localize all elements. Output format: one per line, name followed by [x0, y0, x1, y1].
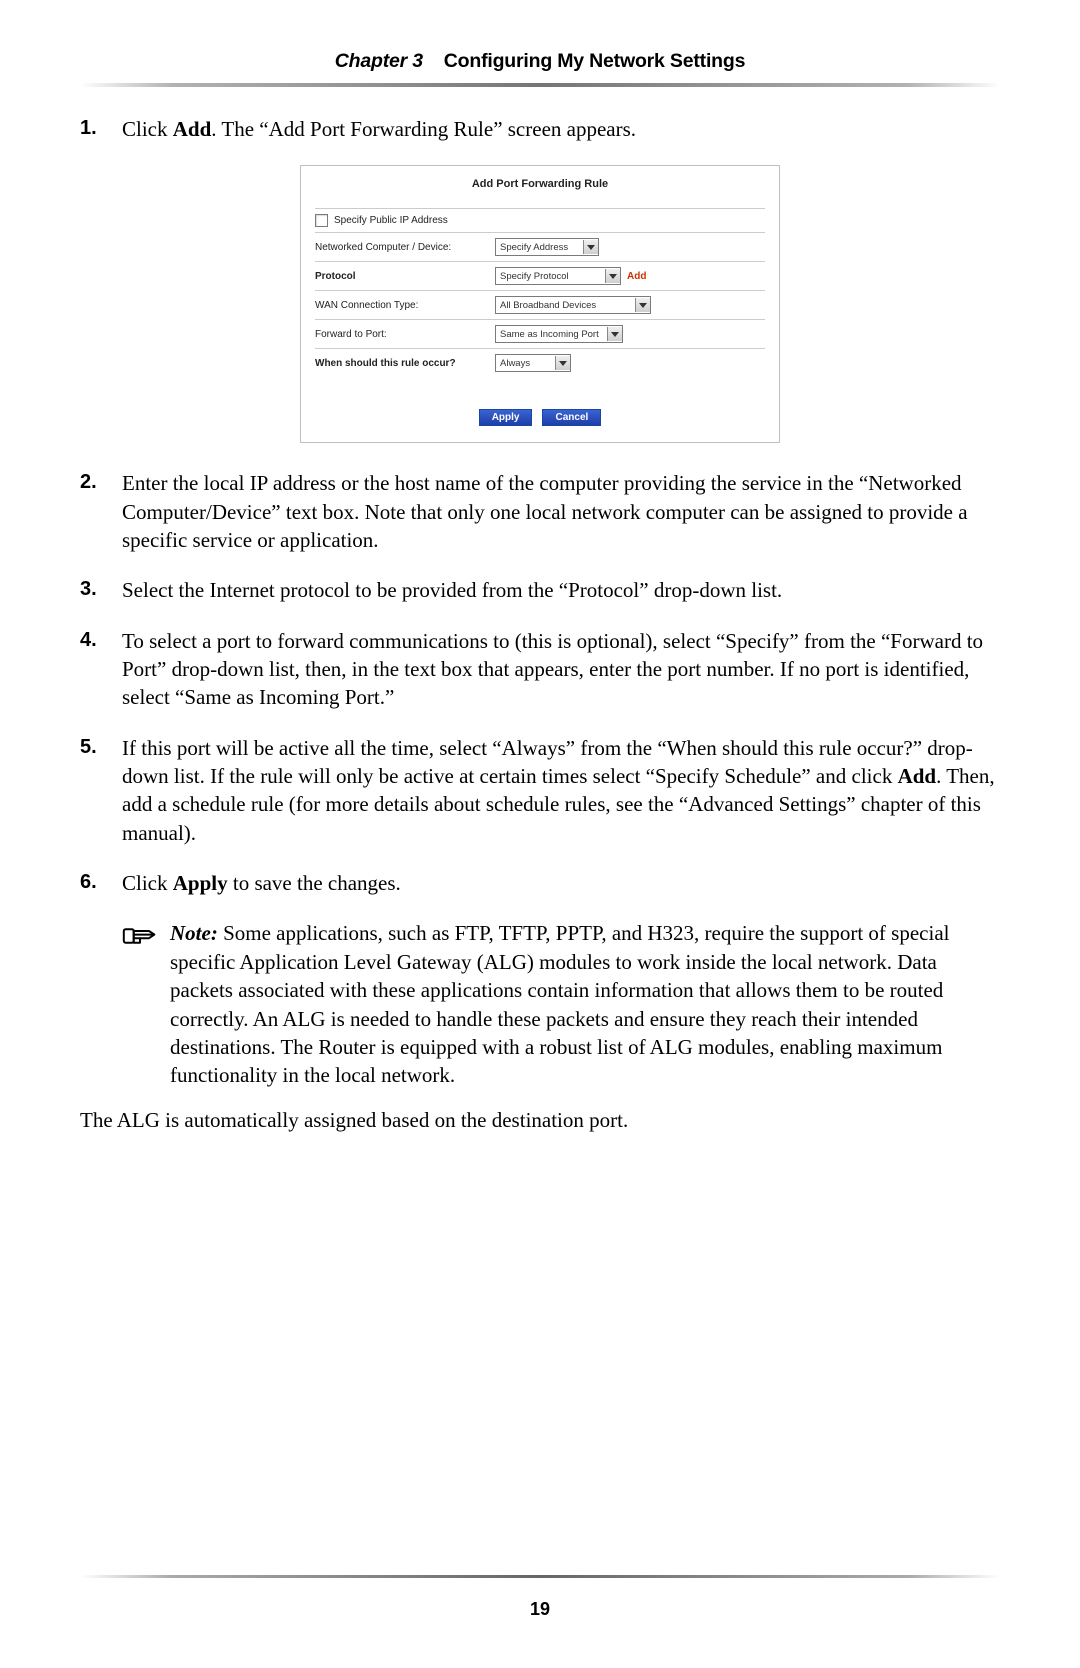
when-label: When should this rule occur?: [315, 358, 495, 369]
note-label: Note:: [170, 921, 218, 945]
step-body: To select a port to forward communicatio…: [122, 627, 1000, 712]
chapter-label: Chapter 3: [335, 50, 423, 72]
note-block: Note: Some applications, such as FTP, TF…: [122, 919, 1000, 1089]
step-body: Click Apply to save the changes.: [122, 869, 1000, 897]
step-number: 6.: [80, 869, 122, 897]
dialog-separator: [315, 319, 765, 320]
steps-list-contd: 2. Enter the local IP address or the hos…: [80, 469, 1000, 897]
pointing-hand-icon: [122, 919, 158, 1089]
dialog-separator: [315, 261, 765, 262]
note-text: Note: Some applications, such as FTP, TF…: [170, 919, 1000, 1089]
chevron-down-icon: [555, 356, 570, 370]
wan-dropdown[interactable]: All Broadband Devices: [495, 296, 651, 314]
ncd-dropdown[interactable]: Specify Address: [495, 238, 599, 256]
dialog-separator: [315, 348, 765, 349]
step-number: 5.: [80, 734, 122, 847]
cancel-button[interactable]: Cancel: [542, 409, 601, 426]
add-port-forwarding-dialog: Add Port Forwarding Rule Specify Public …: [300, 165, 780, 443]
chevron-down-icon: [583, 240, 598, 254]
chevron-down-icon: [635, 298, 650, 312]
fwd-dropdown[interactable]: Same as Incoming Port: [495, 325, 623, 343]
step-number: 2.: [80, 469, 122, 554]
dialog-separator: [315, 208, 765, 209]
chapter-title: Configuring My Network Settings: [444, 50, 745, 72]
dialog-separator: [315, 232, 765, 233]
dialog-screenshot: Add Port Forwarding Rule Specify Public …: [80, 165, 1000, 443]
header-rule: [80, 83, 1000, 87]
dialog-separator: [315, 290, 765, 291]
page-number: 19: [0, 1599, 1080, 1620]
step-number: 3.: [80, 576, 122, 604]
steps-list: 1. Click Add. The “Add Port Forwarding R…: [80, 115, 1000, 143]
specify-public-ip-checkbox[interactable]: [315, 214, 328, 227]
step-body: Select the Internet protocol to be provi…: [122, 576, 1000, 604]
wan-label: WAN Connection Type:: [315, 300, 495, 311]
protocol-label: Protocol: [315, 271, 495, 282]
chapter-header: Chapter 3 Configuring My Network Setting…: [80, 50, 1000, 73]
protocol-add-link[interactable]: Add: [627, 271, 646, 282]
step-number: 1.: [80, 115, 122, 143]
paragraph-after-note: The ALG is automatically assigned based …: [80, 1106, 1000, 1134]
when-dropdown[interactable]: Always: [495, 354, 571, 372]
chevron-down-icon: [607, 327, 622, 341]
fwd-label: Forward to Port:: [315, 329, 495, 340]
dialog-title: Add Port Forwarding Rule: [315, 178, 765, 190]
step-body: Click Add. The “Add Port Forwarding Rule…: [122, 115, 1000, 143]
apply-button[interactable]: Apply: [479, 409, 533, 426]
footer-rule: [80, 1575, 1000, 1578]
step-body: If this port will be active all the time…: [122, 734, 1000, 847]
chevron-down-icon: [605, 269, 620, 283]
step-number: 4.: [80, 627, 122, 712]
ncd-label: Networked Computer / Device:: [315, 242, 495, 253]
specify-public-ip-label: Specify Public IP Address: [334, 215, 448, 226]
step-body: Enter the local IP address or the host n…: [122, 469, 1000, 554]
protocol-dropdown[interactable]: Specify Protocol: [495, 267, 621, 285]
